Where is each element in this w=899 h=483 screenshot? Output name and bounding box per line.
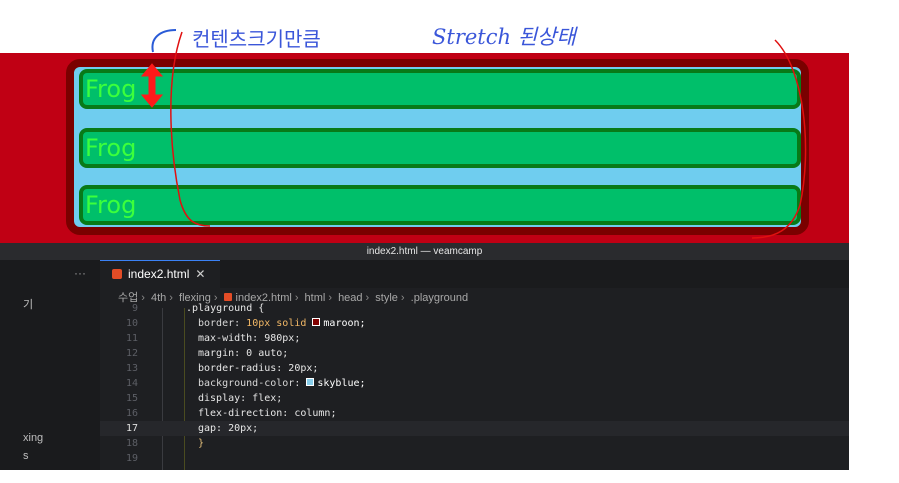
blue-curve-mark: [151, 29, 177, 53]
code-text: margin: 0 auto;: [198, 348, 289, 359]
html-file-icon: [223, 293, 232, 301]
code-line[interactable]: 12 margin: 0 auto;: [100, 346, 849, 361]
code-editor: ··· 기 xing s index2.html ✕ 수업 › 4th › flexi…: [0, 260, 849, 470]
code-text: max-width: 980px;: [198, 333, 301, 344]
color-swatch[interactable]: [312, 318, 321, 326]
line-number: 13: [125, 363, 138, 374]
code-text: gap: 20px;: [198, 423, 259, 434]
frog-item-1: Frog: [79, 69, 801, 109]
code-line[interactable]: 13 border-radius: 20px;: [100, 361, 849, 376]
code-line[interactable]: 14 background-color: skyblue;: [100, 376, 849, 391]
code-line[interactable]: 11 max-width: 980px;: [100, 331, 849, 346]
explorer-sidebar: ··· 기 xing s: [0, 260, 100, 470]
line-number: 11: [125, 333, 138, 344]
tab-label: index2.html: [128, 267, 190, 281]
code-line[interactable]: 16 flex-direction: column;: [100, 406, 849, 421]
code-area[interactable]: 9 .playground { 10 border: 10px solid maroo…: [100, 303, 849, 470]
line-number: 9: [131, 303, 138, 314]
line-number: 18: [125, 438, 138, 449]
line-number: 15: [125, 393, 138, 404]
window-titlebar: index2.html — veamcamp: [0, 243, 849, 260]
sidebar-item[interactable]: s: [23, 450, 29, 462]
code-line[interactable]: 9 .playground {: [100, 301, 849, 316]
playground-container: Frog Frog Frog: [66, 59, 809, 235]
line-number: 17: [125, 423, 138, 434]
more-actions-icon[interactable]: ···: [74, 266, 86, 280]
frog-item-3: Frog: [79, 185, 801, 225]
code-text: }: [198, 438, 205, 449]
code-text: background-color: skyblue;: [198, 378, 366, 389]
annotation-content-size: 컨텐츠크기만큼: [192, 27, 321, 51]
sidebar-item[interactable]: 기: [23, 296, 33, 312]
code-line[interactable]: 10 border: 10px solid maroon;: [100, 316, 849, 331]
line-number: 12: [125, 348, 138, 359]
code-text: border-radius: 20px;: [198, 363, 319, 374]
line-number: 19: [125, 453, 138, 464]
code-text: flex-direction: column;: [198, 408, 337, 419]
tab-index2-html[interactable]: index2.html ✕: [100, 260, 220, 288]
close-icon[interactable]: ✕: [195, 267, 205, 281]
code-line[interactable]: 15 display: flex;: [100, 391, 849, 406]
code-line[interactable]: 19: [100, 451, 849, 466]
html-file-icon: [112, 269, 122, 279]
color-swatch[interactable]: [306, 378, 315, 386]
annotation-stretch-state: Stretch 된상태: [432, 25, 578, 49]
line-number: 10: [125, 318, 138, 329]
line-number: 16: [125, 408, 138, 419]
sidebar-item-flexing[interactable]: xing: [23, 432, 43, 444]
frog-item-2: Frog: [79, 128, 801, 168]
code-text: border: 10px solid maroon;: [198, 318, 366, 329]
code-text: display: flex;: [198, 393, 283, 404]
code-text: .playground {: [186, 303, 265, 314]
tab-bar: index2.html ✕: [100, 260, 849, 288]
code-line[interactable]: 18}: [100, 436, 849, 451]
line-number: 14: [125, 378, 138, 389]
code-line[interactable]: 17 gap: 20px;: [100, 421, 849, 436]
browser-preview: Frog Frog Frog: [0, 53, 849, 243]
